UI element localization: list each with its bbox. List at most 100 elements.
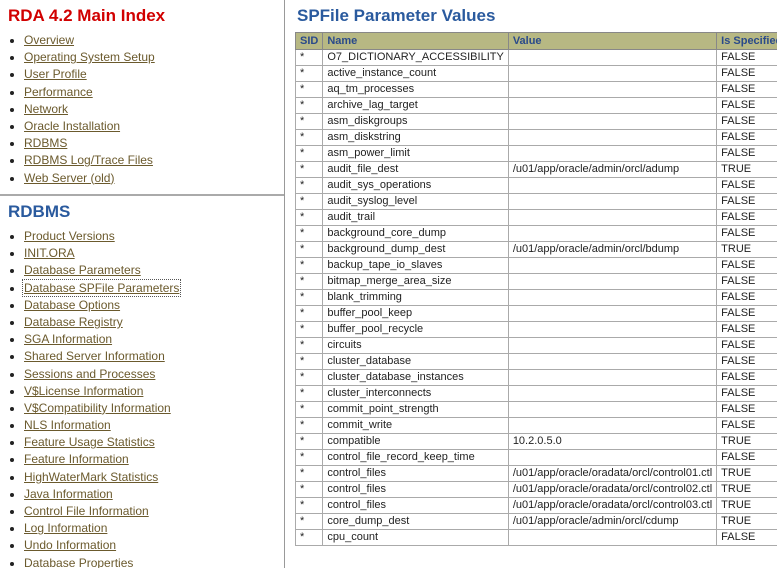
table-row: *backup_tape_io_slavesFALSE0 <box>296 258 777 274</box>
cell-sid: * <box>296 210 323 226</box>
main-index-link[interactable]: Overview <box>24 33 74 47</box>
cell-value <box>508 418 716 434</box>
table-row: *cluster_database_instancesFALSE0 <box>296 370 777 386</box>
table-row: *core_dump_dest/u01/app/oracle/admin/orc… <box>296 514 777 530</box>
cell-sid: * <box>296 514 323 530</box>
rdbms-link[interactable]: Product Versions <box>24 229 115 243</box>
cell-value <box>508 82 716 98</box>
cell-spec: FALSE <box>717 226 777 242</box>
cell-spec: FALSE <box>717 258 777 274</box>
table-row: *buffer_pool_recycleFALSE0 <box>296 322 777 338</box>
col-name: Name <box>323 33 508 50</box>
rdbms-link[interactable]: Database Options <box>24 298 120 312</box>
cell-spec: FALSE <box>717 306 777 322</box>
rdbms-link[interactable]: Feature Usage Statistics <box>24 435 155 449</box>
cell-spec: FALSE <box>717 418 777 434</box>
cell-name: compatible <box>323 434 508 450</box>
table-row: *asm_diskgroupsFALSE0 <box>296 114 777 130</box>
rdbms-link[interactable]: INIT.ORA <box>24 246 75 260</box>
main-index-pane[interactable]: RDA 4.2 Main Index OverviewOperating Sys… <box>0 0 284 196</box>
main-index-link[interactable]: Performance <box>24 85 93 99</box>
nav-item: RDBMS Log/Trace Files <box>24 152 278 168</box>
cell-name: aq_tm_processes <box>323 82 508 98</box>
table-row: *commit_point_strengthFALSE0 <box>296 402 777 418</box>
table-row: *control_file_record_keep_timeFALSE0 <box>296 450 777 466</box>
rdbms-link[interactable]: Database Properties <box>24 556 133 568</box>
left-column: RDA 4.2 Main Index OverviewOperating Sys… <box>0 0 285 568</box>
col-value: Value <box>508 33 716 50</box>
cell-sid: * <box>296 66 323 82</box>
cell-value <box>508 178 716 194</box>
nav-item: Java Information <box>24 486 278 502</box>
cell-name: control_file_record_keep_time <box>323 450 508 466</box>
cell-value <box>508 258 716 274</box>
cell-sid: * <box>296 82 323 98</box>
cell-sid: * <box>296 434 323 450</box>
cell-value <box>508 274 716 290</box>
main-index-link[interactable]: Web Server (old) <box>24 171 114 185</box>
main-index-link[interactable]: Operating System Setup <box>24 50 155 64</box>
table-header-row: SID Name Value Is Specified? Ordinal Upd… <box>296 33 777 50</box>
rdbms-link[interactable]: Control File Information <box>24 504 149 518</box>
main-index-link[interactable]: RDBMS <box>24 136 67 150</box>
cell-spec: FALSE <box>717 450 777 466</box>
main-index-link[interactable]: Network <box>24 102 68 116</box>
cell-sid: * <box>296 226 323 242</box>
main-index-link[interactable]: RDBMS Log/Trace Files <box>24 153 153 167</box>
cell-spec: FALSE <box>717 354 777 370</box>
cell-name: commit_point_strength <box>323 402 508 418</box>
rdbms-link[interactable]: SGA Information <box>24 332 112 346</box>
cell-spec: FALSE <box>717 402 777 418</box>
cell-value <box>508 50 716 66</box>
cell-sid: * <box>296 242 323 258</box>
rdbms-link[interactable]: Database SPFile Parameters <box>24 281 179 295</box>
rdbms-link[interactable]: V$Compatibility Information <box>24 401 171 415</box>
cell-value <box>508 66 716 82</box>
table-row: *audit_syslog_levelFALSE0 <box>296 194 777 210</box>
nav-item: V$Compatibility Information <box>24 400 278 416</box>
cell-spec: FALSE <box>717 178 777 194</box>
rdbms-link[interactable]: Undo Information <box>24 538 116 552</box>
cell-value <box>508 306 716 322</box>
rdbms-link[interactable]: Shared Server Information <box>24 349 165 363</box>
table-row: *bitmap_merge_area_sizeFALSE0 <box>296 274 777 290</box>
cell-sid: * <box>296 322 323 338</box>
content-pane[interactable]: SPFile Parameter Values SID Name Value I… <box>285 0 777 568</box>
cell-sid: * <box>296 306 323 322</box>
cell-name: asm_diskstring <box>323 130 508 146</box>
cell-sid: * <box>296 114 323 130</box>
cell-value: /u01/app/oracle/oradata/orcl/control03.c… <box>508 498 716 514</box>
col-spec: Is Specified? <box>717 33 777 50</box>
cell-sid: * <box>296 274 323 290</box>
rdbms-link[interactable]: Java Information <box>24 487 113 501</box>
cell-spec: FALSE <box>717 146 777 162</box>
cell-sid: * <box>296 258 323 274</box>
rdbms-link[interactable]: V$License Information <box>24 384 143 398</box>
app-root: RDA 4.2 Main Index OverviewOperating Sys… <box>0 0 777 568</box>
cell-value <box>508 530 716 546</box>
main-index-link[interactable]: Oracle Installation <box>24 119 120 133</box>
rdbms-link[interactable]: Database Registry <box>24 315 123 329</box>
rdbms-link[interactable]: NLS Information <box>24 418 111 432</box>
cell-value: /u01/app/oracle/oradata/orcl/control02.c… <box>508 482 716 498</box>
rdbms-link[interactable]: HighWaterMark Statistics <box>24 470 158 484</box>
rdbms-title: RDBMS <box>8 202 278 222</box>
cell-name: asm_power_limit <box>323 146 508 162</box>
rdbms-link[interactable]: Sessions and Processes <box>24 367 155 381</box>
table-row: *audit_sys_operationsFALSE0 <box>296 178 777 194</box>
spfile-table: SID Name Value Is Specified? Ordinal Upd… <box>295 32 777 546</box>
cell-spec: FALSE <box>717 98 777 114</box>
cell-name: background_core_dump <box>323 226 508 242</box>
table-row: *commit_writeFALSE0 <box>296 418 777 434</box>
nav-item: Database Parameters <box>24 262 278 278</box>
main-index-link[interactable]: User Profile <box>24 67 87 81</box>
cell-name: core_dump_dest <box>323 514 508 530</box>
cell-sid: * <box>296 482 323 498</box>
rdbms-link[interactable]: Log Information <box>24 521 107 535</box>
nav-item: Undo Information <box>24 537 278 553</box>
table-row: *O7_DICTIONARY_ACCESSIBILITYFALSE0 <box>296 50 777 66</box>
rdbms-link[interactable]: Database Parameters <box>24 263 141 277</box>
rdbms-pane[interactable]: RDBMS Product Versions INIT.ORA Database P… <box>0 196 284 568</box>
rdbms-link[interactable]: Feature Information <box>24 452 129 466</box>
cell-name: backup_tape_io_slaves <box>323 258 508 274</box>
